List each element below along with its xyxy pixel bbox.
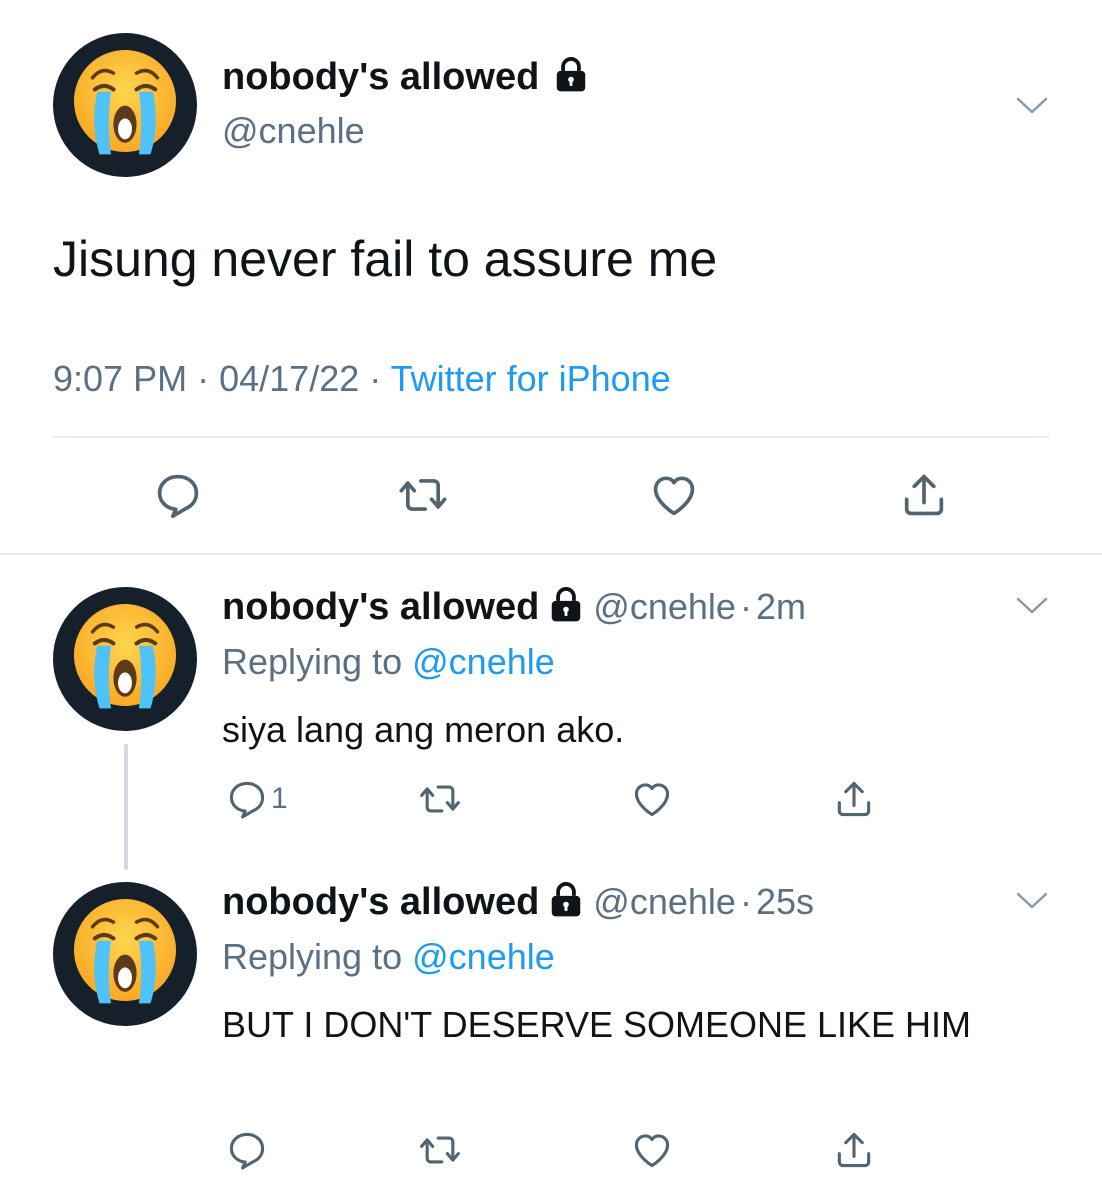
replying-to-label: Replying to xyxy=(222,936,403,977)
thread-line xyxy=(124,744,128,870)
handle[interactable]: @cnehle xyxy=(593,586,736,627)
reply-icon xyxy=(225,1128,269,1172)
replying-to-label: Replying to xyxy=(222,641,403,682)
replying-to-handle[interactable]: @cnehle xyxy=(412,641,555,682)
tweet-time[interactable]: 9:07 PM xyxy=(53,358,187,399)
share-button[interactable] xyxy=(832,1128,876,1172)
display-name[interactable]: nobody's allowed xyxy=(222,586,539,628)
meta-separator: · xyxy=(369,358,382,399)
meta-separator: · xyxy=(739,881,752,922)
display-name[interactable]: nobody's allowed xyxy=(222,56,539,98)
tweet-text: Jisung never fail to assure me xyxy=(53,231,718,287)
heart-icon xyxy=(648,469,700,521)
tweet-date[interactable]: 04/17/22 xyxy=(219,358,359,399)
reply-icon xyxy=(225,777,269,821)
retweet-button[interactable] xyxy=(418,1128,462,1172)
avatar[interactable] xyxy=(53,587,197,731)
like-button[interactable] xyxy=(630,777,674,821)
lock-icon xyxy=(547,585,585,623)
tweet-text: BUT I DON'T DESERVE SOMEONE LIKE HIM xyxy=(222,1004,972,1045)
retweet-button[interactable] xyxy=(418,777,462,821)
replying-to-handle[interactable]: @cnehle xyxy=(412,936,555,977)
share-button[interactable] xyxy=(898,469,950,521)
divider xyxy=(53,436,1049,438)
reply-button[interactable]: 1 xyxy=(225,777,288,821)
lock-icon xyxy=(547,880,585,918)
lock-icon xyxy=(552,55,590,93)
share-icon xyxy=(898,469,950,521)
tweet-age[interactable]: 2m xyxy=(756,586,806,627)
reply-button[interactable] xyxy=(225,1128,269,1172)
display-name[interactable]: nobody's allowed xyxy=(222,881,539,923)
share-icon xyxy=(832,1128,876,1172)
share-button[interactable] xyxy=(832,777,876,821)
author-line: nobody's allowed xyxy=(222,55,590,99)
reply-icon xyxy=(152,469,204,521)
tweet-source[interactable]: Twitter for iPhone xyxy=(391,358,671,399)
chevron-down-icon[interactable] xyxy=(1015,595,1049,617)
retweet-button[interactable] xyxy=(397,469,449,521)
tweet-age[interactable]: 25s xyxy=(756,881,814,922)
loudly-crying-face-icon xyxy=(67,892,183,1008)
chevron-down-icon[interactable] xyxy=(1015,95,1049,117)
heart-icon xyxy=(630,777,674,821)
handle[interactable]: @cnehle xyxy=(222,110,365,152)
avatar[interactable] xyxy=(53,882,197,1026)
tweet-text: siya lang ang meron ako. xyxy=(222,709,625,750)
share-icon xyxy=(832,777,876,821)
meta-separator: · xyxy=(197,358,210,399)
retweet-icon xyxy=(418,1128,462,1172)
tweet-meta: 9:07 PM · 04/17/22 · Twitter for iPhone xyxy=(53,358,671,400)
chevron-down-icon[interactable] xyxy=(1015,890,1049,912)
loudly-crying-face-icon xyxy=(67,597,183,713)
replying-to: Replying to @cnehle xyxy=(222,936,555,978)
author-line: nobody's allowed @cnehle · 2m xyxy=(222,585,806,629)
loudly-crying-face-icon xyxy=(67,43,183,159)
retweet-icon xyxy=(397,469,449,521)
like-button[interactable] xyxy=(648,469,700,521)
section-divider xyxy=(0,553,1102,555)
heart-icon xyxy=(630,1128,674,1172)
replying-to: Replying to @cnehle xyxy=(222,641,555,683)
avatar[interactable] xyxy=(53,33,197,177)
author-line: nobody's allowed @cnehle · 25s xyxy=(222,880,814,924)
retweet-icon xyxy=(418,777,462,821)
handle[interactable]: @cnehle xyxy=(593,881,736,922)
meta-separator: · xyxy=(739,586,752,627)
reply-button[interactable] xyxy=(152,469,204,521)
reply-count: 1 xyxy=(271,782,288,815)
like-button[interactable] xyxy=(630,1128,674,1172)
